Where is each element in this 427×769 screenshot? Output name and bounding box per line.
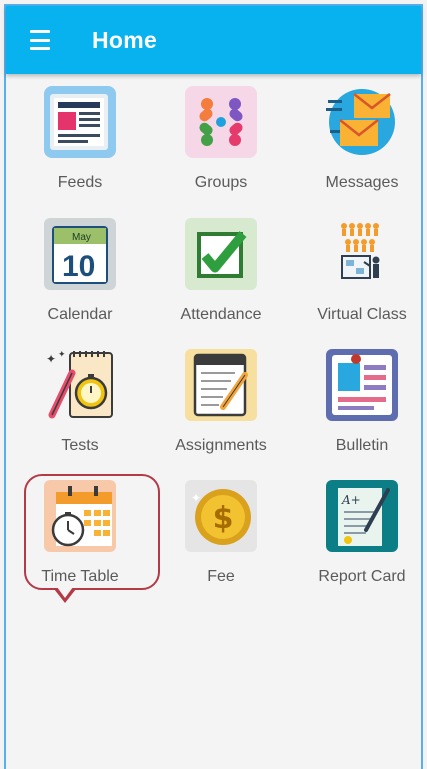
hamburger-menu-icon[interactable]	[30, 30, 58, 50]
bulletin-icon	[326, 349, 398, 421]
phone-screen: Home Feeds Groups Messages May 10 Calend…	[4, 4, 423, 769]
tile-label: Report Card	[318, 568, 406, 585]
assignments-icon	[185, 349, 257, 421]
tile-label: Time Table	[41, 568, 119, 585]
calendar-icon: May 10	[44, 218, 116, 290]
tile-assignments[interactable]: Assignments	[151, 349, 291, 469]
tile-label: Messages	[325, 174, 399, 191]
messages-icon	[326, 89, 395, 155]
virtual-class-icon	[341, 223, 380, 279]
tile-tests[interactable]: ✦ ✦ Tests	[10, 349, 150, 469]
time-table-icon	[44, 480, 116, 552]
groups-icon	[185, 86, 257, 158]
svg-text:✦: ✦	[58, 350, 66, 360]
tile-fee[interactable]: $ ✦ Fee	[151, 480, 291, 600]
report-card-icon: A+	[326, 480, 398, 552]
tile-label: Groups	[194, 174, 248, 191]
tile-label: Fee	[207, 568, 235, 585]
tile-calendar[interactable]: May 10 Calendar	[10, 218, 150, 338]
svg-text:✦: ✦	[191, 491, 201, 505]
feeds-icon	[44, 86, 116, 158]
fee-icon: $ ✦	[185, 480, 257, 552]
tile-label: Feeds	[57, 174, 103, 191]
calendar-month-text: May	[72, 232, 91, 243]
tile-feeds[interactable]: Feeds	[10, 86, 150, 206]
tile-report-card[interactable]: A+ Report Card	[292, 480, 427, 600]
tile-groups[interactable]: Groups	[151, 86, 291, 206]
tile-label: Assignments	[175, 437, 267, 454]
report-grade-text: A+	[341, 493, 361, 507]
tile-virtual-class[interactable]: Virtual Class	[292, 218, 427, 338]
tile-label: Attendance	[180, 306, 262, 323]
page-title: Home	[92, 26, 158, 53]
tile-label: Virtual Class	[317, 306, 407, 323]
tile-messages[interactable]: Messages	[292, 86, 427, 206]
calendar-day-text: 10	[62, 250, 95, 283]
app-bar: Home	[6, 6, 421, 74]
tile-label: Calendar	[47, 306, 113, 323]
tile-time-table[interactable]: Time Table	[10, 480, 150, 600]
attendance-icon	[185, 218, 257, 290]
tile-label: Bulletin	[335, 437, 389, 454]
tile-attendance[interactable]: Attendance	[151, 218, 291, 338]
tests-icon: ✦ ✦	[46, 350, 113, 419]
svg-text:✦: ✦	[46, 352, 56, 366]
tile-bulletin[interactable]: Bulletin	[292, 349, 427, 469]
svg-text:$: $	[213, 501, 234, 536]
tile-label: Tests	[61, 437, 99, 454]
